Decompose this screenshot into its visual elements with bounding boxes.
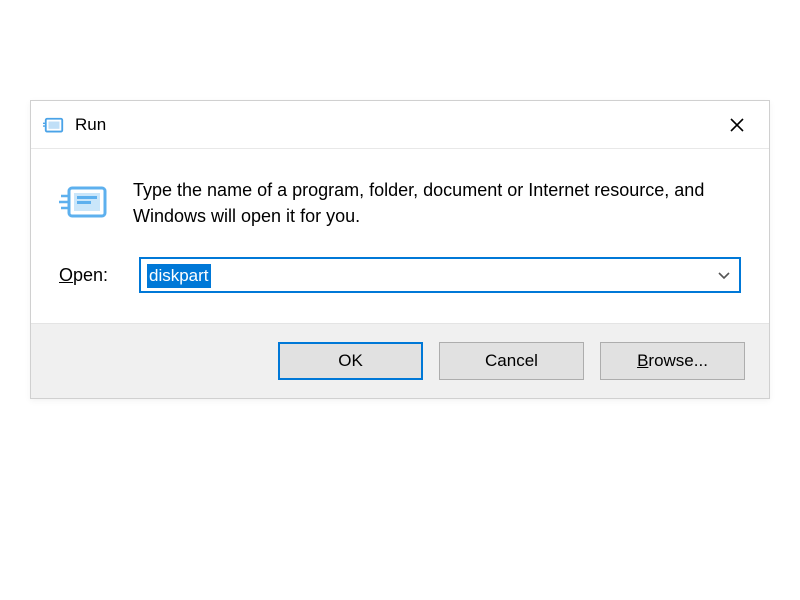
browse-button[interactable]: Browse... [600,342,745,380]
description-text: Type the name of a program, folder, docu… [133,177,741,229]
open-input[interactable] [141,261,709,289]
dialog-title: Run [75,115,717,135]
ok-button[interactable]: OK [278,342,423,380]
open-label: Open: [59,265,117,286]
open-row: Open: diskpart [59,257,741,293]
titlebar: Run [31,101,769,149]
close-icon [729,117,745,133]
open-combobox[interactable]: diskpart [139,257,741,293]
run-icon-large [59,181,111,225]
description-row: Type the name of a program, folder, docu… [59,177,741,229]
chevron-down-icon[interactable] [709,268,739,283]
cancel-button[interactable]: Cancel [439,342,584,380]
run-icon [43,116,65,134]
dialog-body: Type the name of a program, folder, docu… [31,149,769,323]
run-dialog: Run Type the name of a program, folder, … [30,100,770,399]
button-bar: OK Cancel Browse... [31,323,769,398]
close-button[interactable] [717,105,757,145]
